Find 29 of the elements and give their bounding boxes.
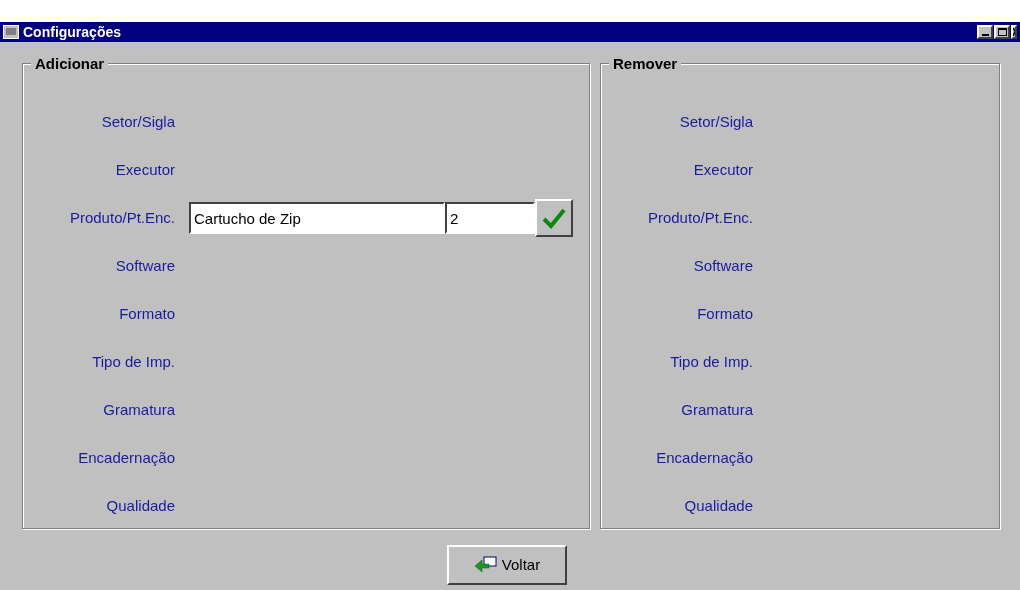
field-label: Qualidade — [684, 495, 753, 516]
window-title: Configurações — [23, 23, 122, 41]
app-icon — [3, 25, 19, 39]
close-button[interactable] — [1011, 25, 1017, 39]
checkmark-icon — [542, 207, 566, 229]
input-field[interactable]: Cartucho de Zip — [189, 202, 445, 234]
back-button[interactable]: Voltar — [447, 545, 567, 585]
confirm-button[interactable] — [535, 199, 573, 237]
field-label: Executor — [693, 159, 753, 180]
field-label: Formato — [697, 303, 753, 324]
maximize-button[interactable] — [994, 25, 1010, 39]
field-label: Produto/Pt.Enc. — [69, 207, 175, 228]
field-label: Software — [115, 255, 175, 276]
field-label: Encadernação — [656, 447, 753, 468]
field-label: Encadernação — [78, 447, 175, 468]
field-label: Executor — [115, 159, 175, 180]
minimize-button[interactable] — [977, 25, 993, 39]
field-label: Tipo de Imp. — [670, 351, 753, 372]
field-label: Formato — [119, 303, 175, 324]
field-label: Produto/Pt.Enc. — [647, 207, 753, 228]
field-label: Setor/Sigla — [679, 111, 753, 132]
field-label: Gramatura — [103, 399, 175, 420]
field-label: Tipo de Imp. — [92, 351, 175, 372]
field-label: Software — [693, 255, 753, 276]
field-label: Gramatura — [681, 399, 753, 420]
field-label: Qualidade — [106, 495, 175, 516]
field-label: Setor/Sigla — [101, 111, 175, 132]
input-field[interactable]: 2 — [445, 202, 535, 234]
back-arrow-icon — [473, 556, 498, 574]
